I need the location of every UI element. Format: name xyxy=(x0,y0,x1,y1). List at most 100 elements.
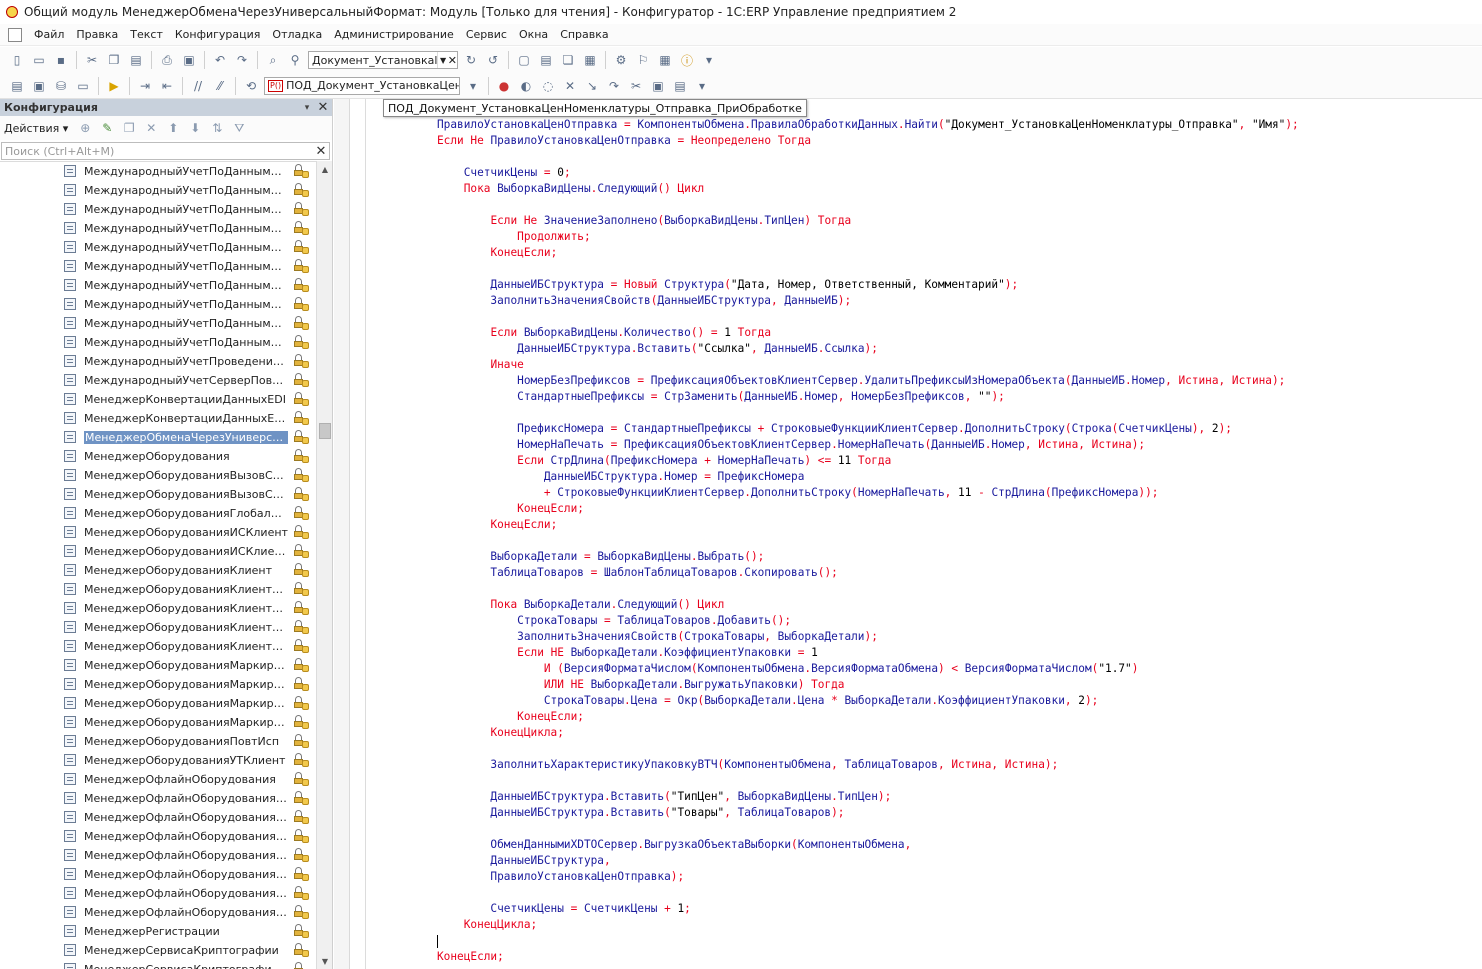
code-line[interactable]: ПрефиксНомера = СтандартныеПрефиксы + Ст… xyxy=(437,421,1477,437)
step-into-icon[interactable]: ↘ xyxy=(583,77,601,95)
copy-icon[interactable]: ❐ xyxy=(105,51,123,69)
tree-item[interactable]: МенеджерОборудованияИСКлиентПов... xyxy=(0,542,316,561)
print-preview-icon[interactable]: ▣ xyxy=(180,51,198,69)
scroll-thumb[interactable] xyxy=(319,423,331,439)
search-icon[interactable]: ⚲ xyxy=(286,51,304,69)
tree-item[interactable]: МенеджерСервисаКриптографииКлие... xyxy=(0,960,316,969)
code-line[interactable]: Пока ВыборкаВидЦены.Следующий() Цикл xyxy=(437,181,1477,197)
tree-item[interactable]: МенеджерОборудованияМаркировка xyxy=(0,656,316,675)
code-line[interactable]: ДанныеИБСтруктура.Вставить("Ссылка", Дан… xyxy=(437,341,1477,357)
paste-icon[interactable]: ▤ xyxy=(127,51,145,69)
code-line[interactable]: И (ВерсияФорматаЧислом(КомпонентыОбмена.… xyxy=(437,661,1477,677)
code-line[interactable]: СчетчикЦены = 0; xyxy=(437,165,1477,181)
code-line[interactable]: ПравилоУстановкаЦенОтправка = Компоненты… xyxy=(437,117,1477,133)
tree-item[interactable]: МеждународныйУчетПоДаннымФина... xyxy=(0,276,316,295)
code-line[interactable] xyxy=(437,197,1477,213)
fold-gutter[interactable] xyxy=(352,99,366,969)
scroll-down-icon[interactable]: ▼ xyxy=(317,953,333,969)
tree-item[interactable]: МенеджерОборудованияГлобальный xyxy=(0,504,316,523)
code-line[interactable]: ОбменДаннымиXDTOСервер.ВыгрузкаОбъектаВы… xyxy=(437,837,1477,853)
clear-search-icon[interactable]: ✕ xyxy=(313,144,329,159)
tree-item[interactable]: МенеджерОборудования xyxy=(0,447,316,466)
block-outdent-icon[interactable]: ⇤ xyxy=(158,77,176,95)
toolbar-overflow-icon[interactable]: ▾ xyxy=(464,77,482,95)
edit-icon[interactable]: ✎ xyxy=(99,120,115,136)
tree-item[interactable]: МеждународныйУчетПоДаннымРеглУ... xyxy=(0,219,316,238)
tree-item[interactable]: МенеджерОборудованияКлиентПовтИ... xyxy=(0,599,316,618)
procedure-combo[interactable]: P() ПОД_Документ_УстановкаЦен ▼ xyxy=(264,76,460,95)
tree-item[interactable]: МенеджерОфлайнОборудованияПере... xyxy=(0,903,316,922)
tree-item[interactable]: МенеджерОборудованияПовтИсп xyxy=(0,732,316,751)
close-panel-icon[interactable]: ✕ xyxy=(314,100,332,115)
find-previous-icon[interactable]: ↺ xyxy=(484,51,502,69)
code-line[interactable] xyxy=(437,309,1477,325)
code-line[interactable] xyxy=(437,773,1477,789)
tree-item[interactable]: МенеджерОфлайнОборудования xyxy=(0,770,316,789)
search-field[interactable]: Поиск (Ctrl+Alt+M) ✕ xyxy=(1,142,330,160)
code-line[interactable]: Продолжить; xyxy=(437,229,1477,245)
code-line[interactable]: КонецЦикла; xyxy=(437,725,1477,741)
window-layout-icon[interactable]: ▭ xyxy=(74,77,92,95)
menu-debug[interactable]: Отладка xyxy=(266,28,328,41)
code-line[interactable]: + СтроковыеФункцииКлиентСервер.Дополнить… xyxy=(437,485,1477,501)
search-combo[interactable]: Документ_Установкаl ▼ ✕ xyxy=(308,51,458,69)
goto-definition-icon[interactable]: ⟲ xyxy=(242,77,260,95)
tree-item[interactable]: МенеджерСервисаКриптографии xyxy=(0,941,316,960)
tree-item[interactable]: МеждународныйУчетПоДаннымФина... xyxy=(0,314,316,333)
tree-item[interactable]: МенеджерОбменаЧерезУниверсальн... xyxy=(0,428,316,447)
filter-icon[interactable]: ⛛ xyxy=(231,120,247,136)
code-line[interactable]: Пока ВыборкаДетали.Следующий() Цикл xyxy=(437,597,1477,613)
stack-icon[interactable]: ▤ xyxy=(671,77,689,95)
code-line[interactable]: СтрокаТовары = ТаблицаТоваров.Добавить()… xyxy=(437,613,1477,629)
evaluate-icon[interactable]: ▣ xyxy=(649,77,667,95)
menu-edit[interactable]: Правка xyxy=(70,28,124,41)
breakpoint-gutter[interactable] xyxy=(334,99,350,969)
menu-service[interactable]: Сервис xyxy=(460,28,513,41)
database-icon[interactable]: ⛁ xyxy=(52,77,70,95)
window-icon[interactable]: ▢ xyxy=(515,51,533,69)
code-line[interactable]: СчетчикЦены = СчетчикЦены + 1; xyxy=(437,901,1477,917)
actions-menu-button[interactable]: Действия ▾ xyxy=(4,122,68,135)
code-line[interactable]: ЗаполнитьЗначенияСвойств(ДанныеИБСтрукту… xyxy=(437,293,1477,309)
breakpoint-list-icon[interactable]: ✕ xyxy=(561,77,579,95)
code-text[interactable]: ПравилоУстановкаЦенОтправка = Компоненты… xyxy=(437,117,1477,965)
code-line[interactable]: КонецЦикла; xyxy=(437,917,1477,933)
move-up-icon[interactable]: ⬆ xyxy=(165,120,181,136)
tree-item[interactable]: МенеджерОборудованияКлиентСерве... xyxy=(0,637,316,656)
tree-item[interactable]: МенеджерОфлайнОборудованияWebC... xyxy=(0,789,316,808)
system-menu-icon[interactable] xyxy=(8,27,22,42)
chevron-down-icon[interactable]: ▼ xyxy=(437,52,447,68)
tree-item[interactable]: МенеджерОборудованияВызовСервера xyxy=(0,466,316,485)
redo-icon[interactable]: ↷ xyxy=(233,51,251,69)
tree-item[interactable]: МенеджерОфлайнОборудованияКлиен... xyxy=(0,884,316,903)
code-line[interactable] xyxy=(437,405,1477,421)
print-icon[interactable]: ⎙ xyxy=(158,51,176,69)
code-line[interactable]: ДанныеИБСтруктура, xyxy=(437,853,1477,869)
comment-icon[interactable]: // xyxy=(189,77,207,95)
tree-item[interactable]: МенеджерОборудованияВызовСервер... xyxy=(0,485,316,504)
add-icon[interactable]: ⊕ xyxy=(77,120,93,136)
tree-item[interactable]: МеждународныйУчетПоДаннымДоку... xyxy=(0,162,316,181)
tree-item[interactable]: МеждународныйУчетПоДаннымФина... xyxy=(0,333,316,352)
copy-icon[interactable]: ❐ xyxy=(121,120,137,136)
code-line[interactable]: ДанныеИБСтруктура.Вставить("Товары", Таб… xyxy=(437,805,1477,821)
code-line[interactable]: Если Не ПравилоУстановкаЦенОтправка = Не… xyxy=(437,133,1477,149)
tree-item[interactable]: МенеджерОборудованияУТКлиент xyxy=(0,751,316,770)
find-next-icon[interactable]: ↻ xyxy=(462,51,480,69)
disable-breakpoint-icon[interactable]: ◌ xyxy=(539,77,557,95)
code-line[interactable] xyxy=(437,149,1477,165)
tree-item[interactable]: МеждународныйУчетПоДаннымРеглУ... xyxy=(0,238,316,257)
breakpoint-icon[interactable]: ● xyxy=(495,77,513,95)
info-icon[interactable]: ⓘ xyxy=(678,51,696,69)
code-line[interactable]: ДанныеИБСтруктура = Новый Структура("Дат… xyxy=(437,277,1477,293)
code-line[interactable] xyxy=(437,885,1477,901)
tree-item[interactable]: МенеджерОфлайнОборудованияВызо... xyxy=(0,827,316,846)
tree-item[interactable]: МенеджерОфлайнОборудованияВызо... xyxy=(0,808,316,827)
toolbar-options-icon[interactable]: ▾ xyxy=(693,77,711,95)
window-list-icon[interactable]: ▤ xyxy=(537,51,555,69)
tree-scrollbar[interactable]: ▲ ▼ xyxy=(316,161,332,969)
pin-icon[interactable]: ▾ xyxy=(300,103,314,113)
tree-item[interactable]: МенеджерОборудованияМаркировкаВ... xyxy=(0,675,316,694)
code-line[interactable]: КонецЕсли; xyxy=(437,501,1477,517)
syntax-helper-icon[interactable]: ⚐ xyxy=(634,51,652,69)
